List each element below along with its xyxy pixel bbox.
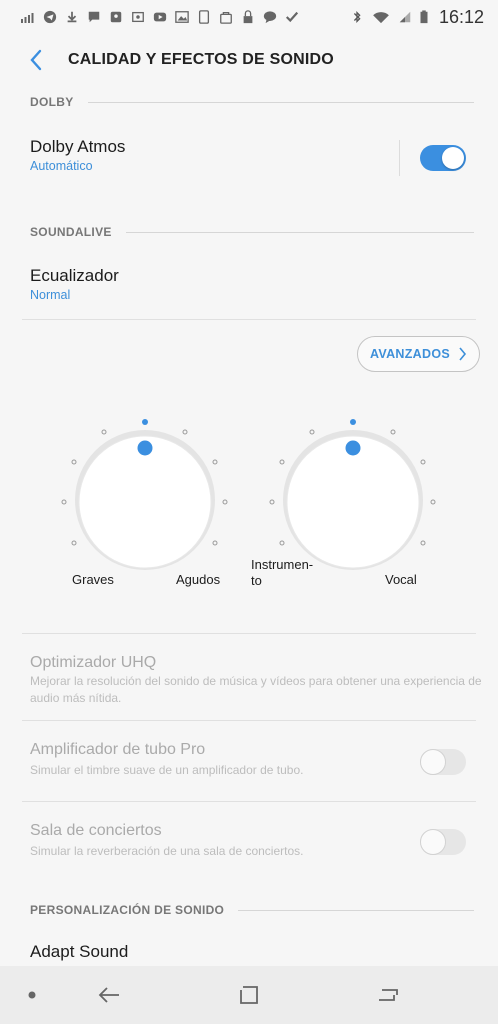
concert-hall-title: Sala de conciertos [30, 822, 162, 839]
uhq-description-line1: Mejorar la resolución del sonido de músi… [30, 674, 482, 688]
knob-min-label-line2: to [251, 573, 262, 588]
ecualizador-subtitle: Normal [30, 288, 71, 302]
advanced-button[interactable]: AVANZADOS [357, 336, 480, 372]
wifi-icon [373, 12, 389, 24]
section-header-personalizacion: PERSONALIZACIÓN DE SONIDO [30, 900, 474, 920]
dolby-atmos-toggle[interactable] [420, 145, 466, 171]
tablet-icon [198, 10, 210, 24]
section-divider [238, 909, 474, 911]
dolby-atmos-subtitle: Automático [30, 159, 93, 173]
app-bar: CALIDAD Y EFECTOS DE SONIDO [0, 38, 498, 82]
section-header-label: DOLBY [30, 95, 74, 109]
system-icons: 16:12 [349, 7, 484, 28]
back-button[interactable] [16, 40, 56, 80]
page-title: CALIDAD Y EFECTOS DE SONIDO [68, 51, 334, 68]
knob-min-label: Graves [72, 572, 114, 587]
telegram-icon [43, 10, 57, 24]
bluetooth-icon [353, 11, 361, 23]
knob-max-label: Vocal [385, 572, 417, 587]
photo-icon [132, 11, 144, 23]
adapt-sound-title: Adapt Sound [30, 942, 129, 961]
knob-indicator-dot [142, 419, 148, 425]
concert-hall-description: Simular la reverberación de una sala de … [30, 844, 304, 858]
back-arrow-icon [98, 987, 119, 1003]
dot-icon [28, 991, 36, 999]
home-square-icon [240, 986, 258, 1004]
notification-icons [20, 10, 300, 24]
status-bar: 16:12 [0, 0, 498, 34]
clock: 16:12 [438, 6, 484, 27]
chevron-right-icon [459, 347, 467, 361]
knob-max-label: Agudos [176, 572, 221, 587]
concert-hall-toggle[interactable] [420, 829, 466, 855]
dolby-atmos-title: Dolby Atmos [30, 137, 126, 156]
treble-bass-knob[interactable] [55, 410, 235, 580]
nav-recents-button[interactable] [373, 980, 403, 1010]
toggle-knob [442, 147, 464, 169]
ecualizador-title: Ecualizador [30, 266, 119, 285]
knob-face [78, 435, 212, 569]
section-divider [125, 231, 474, 233]
recents-icon [379, 989, 398, 1001]
lock-icon [243, 10, 253, 24]
nav-home-button[interactable] [234, 980, 264, 1010]
cell-signal-icon [399, 11, 411, 23]
row-separator [399, 140, 400, 176]
chat-bubble-icon [263, 11, 277, 24]
section-header-soundalive: SOUNDALIVE [30, 222, 474, 242]
instrument-vocal-knob[interactable] [263, 410, 443, 580]
knob-handle[interactable] [345, 440, 361, 456]
youtube-icon [153, 12, 167, 22]
message-icon [88, 11, 100, 23]
divider [22, 633, 476, 634]
shopping-bag-icon [220, 11, 232, 24]
section-divider [87, 101, 474, 103]
knob-face [286, 435, 420, 569]
back-arrow-icon [30, 49, 42, 71]
tube-amp-toggle[interactable] [420, 749, 466, 775]
toggle-knob [420, 749, 446, 775]
download-icon [67, 11, 77, 23]
uhq-title: Optimizador UHQ [30, 654, 157, 671]
tube-amp-description: Simular el timbre suave de un amplificad… [30, 763, 304, 777]
nav-dot-button[interactable] [17, 980, 47, 1010]
toggle-knob [420, 829, 446, 855]
section-header-label: PERSONALIZACIÓN DE SONIDO [30, 903, 225, 917]
nav-back-button[interactable] [94, 980, 124, 1010]
knob-indicator-dot [350, 419, 356, 425]
divider [22, 720, 476, 721]
navigation-bar [0, 966, 498, 1024]
knob-min-label-line1: Instrumen- [251, 557, 314, 572]
divider [22, 801, 476, 802]
maps-icon [110, 11, 122, 23]
signal-bars-icon [21, 13, 34, 23]
tube-amp-title: Amplificador de tubo Pro [30, 741, 206, 758]
divider [22, 319, 476, 320]
section-header-label: SOUNDALIVE [30, 225, 112, 239]
section-header-dolby: DOLBY [30, 92, 474, 112]
knob-handle[interactable] [137, 440, 153, 456]
advanced-button-label: AVANZADOS [369, 347, 450, 361]
gallery-icon [175, 11, 189, 23]
battery-icon [420, 10, 428, 24]
uhq-description-line2: audio más nítida. [30, 691, 122, 705]
check-icon [285, 11, 299, 23]
